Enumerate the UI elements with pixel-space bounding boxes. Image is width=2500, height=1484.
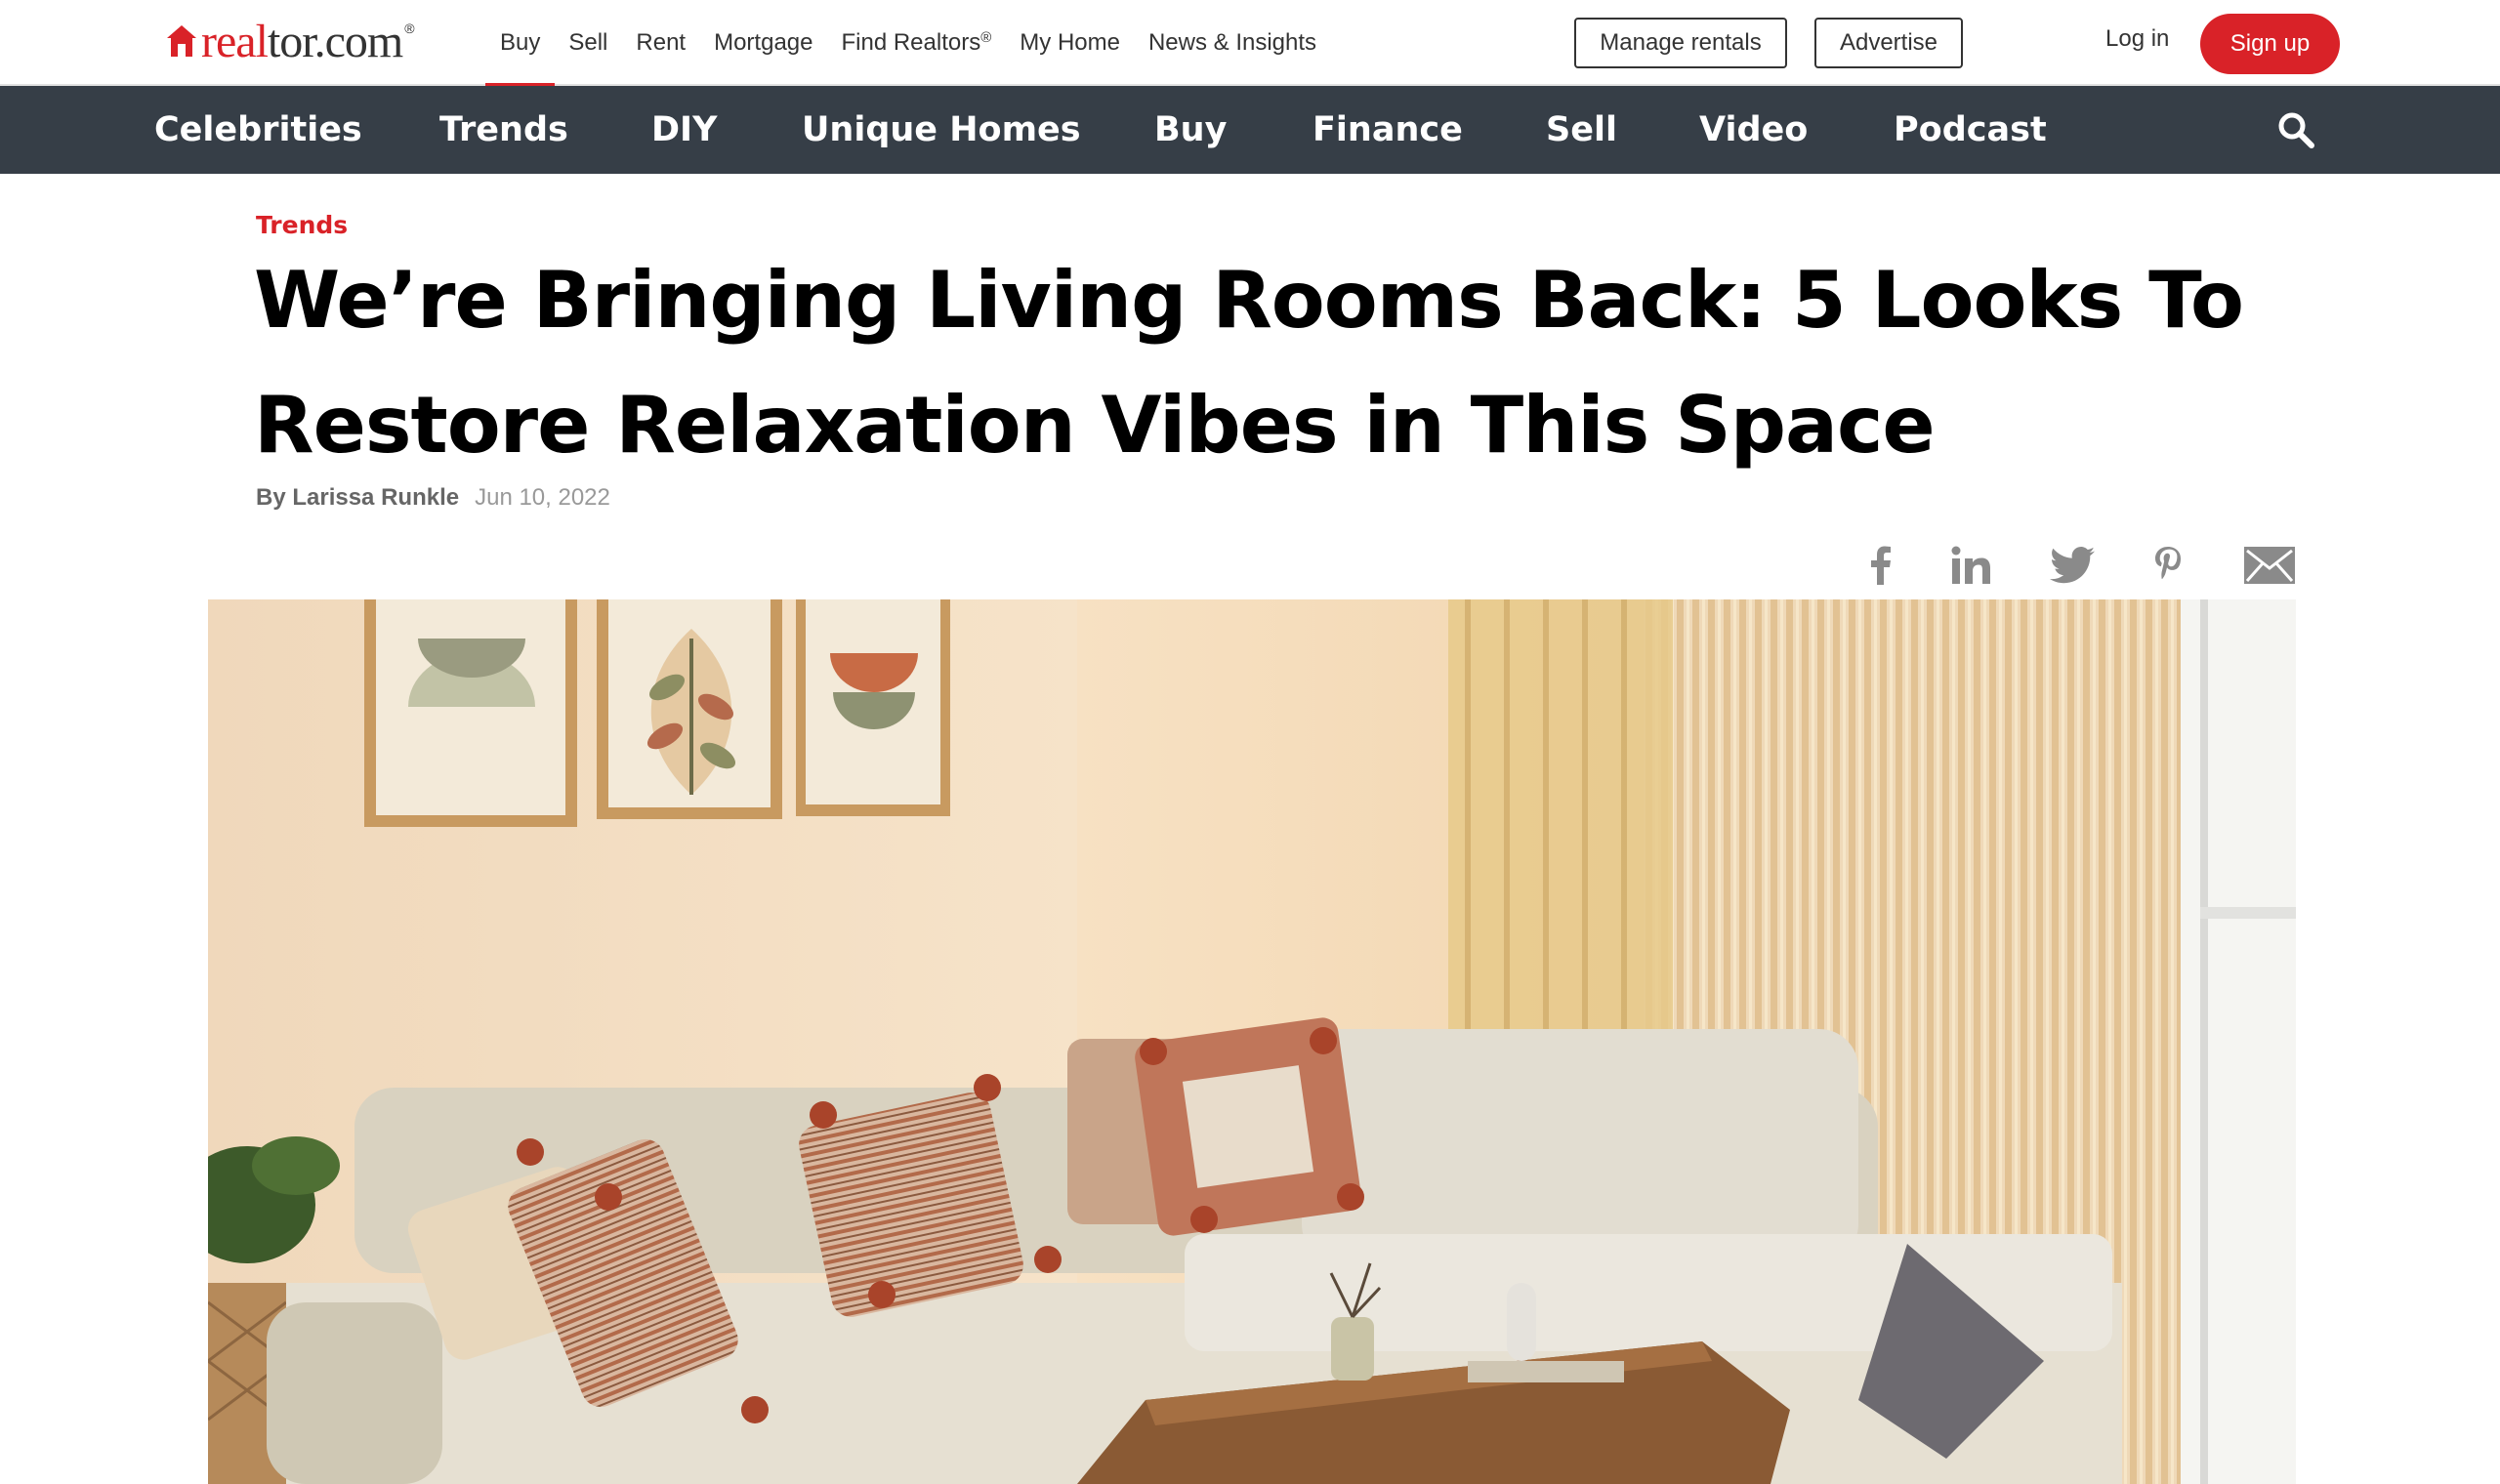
category-video[interactable]: Video xyxy=(1699,86,1808,174)
logo-wordmark: realtor.com ® xyxy=(201,15,415,67)
nav-find-realtors[interactable]: Find Realtors ® xyxy=(841,0,991,86)
nav-rent[interactable]: Rent xyxy=(636,0,686,86)
registered-mark: ® xyxy=(980,28,992,46)
article-byline: By Larissa Runkle Jun 10, 2022 xyxy=(256,484,610,512)
share-email-button[interactable] xyxy=(2242,543,2297,588)
share-facebook-button[interactable] xyxy=(1865,543,1896,588)
article-author[interactable]: By Larissa Runkle xyxy=(256,484,459,511)
category-celebrities[interactable]: Celebrities xyxy=(154,86,362,174)
article-hero-image xyxy=(208,599,2296,1484)
search-icon[interactable] xyxy=(2277,111,2314,148)
article-date: Jun 10, 2022 xyxy=(475,484,610,511)
top-header: realtor.com ® Buy Sell Rent Mortgage Find… xyxy=(0,0,2500,88)
email-icon xyxy=(2244,547,2295,584)
share-twitter-button[interactable] xyxy=(2049,543,2096,588)
primary-nav: Buy Sell Rent Mortgage Find Realtors ® My… xyxy=(484,0,1345,88)
manage-rentals-button[interactable]: Manage rentals xyxy=(1574,18,1787,68)
article-category-label[interactable]: Trends xyxy=(256,211,348,239)
linkedin-icon xyxy=(1951,546,1990,584)
twitter-icon xyxy=(2050,547,2095,584)
advertise-button[interactable]: Advertise xyxy=(1814,18,1963,68)
category-diy[interactable]: DIY xyxy=(651,86,717,174)
living-room-photo xyxy=(208,599,2296,1484)
share-pinterest-button[interactable] xyxy=(2152,543,2184,588)
nav-sell[interactable]: Sell xyxy=(568,0,607,86)
category-sell[interactable]: Sell xyxy=(1546,86,1617,174)
category-finance[interactable]: Finance xyxy=(1312,86,1463,174)
category-unique-homes[interactable]: Unique Homes xyxy=(802,86,1081,174)
facebook-icon xyxy=(1871,546,1891,585)
login-link[interactable]: Log in xyxy=(2105,25,2169,53)
signup-button[interactable]: Sign up xyxy=(2200,14,2340,74)
nav-find-realtors-label: Find Realtors xyxy=(841,29,981,56)
nav-my-home[interactable]: My Home xyxy=(1020,0,1120,86)
nav-buy[interactable]: Buy xyxy=(484,0,556,88)
category-podcast[interactable]: Podcast xyxy=(1894,86,2047,174)
nav-news-insights[interactable]: News & Insights xyxy=(1148,0,1316,86)
realtor-logo[interactable]: realtor.com ® xyxy=(166,12,415,70)
article-title: We’re Bringing Living Rooms Back: 5 Look… xyxy=(254,255,2244,471)
share-linkedin-button[interactable] xyxy=(1949,543,1992,588)
category-nav: Celebrities Trends DIY Unique Homes Buy … xyxy=(0,86,2500,174)
nav-mortgage[interactable]: Mortgage xyxy=(714,0,812,86)
pinterest-icon xyxy=(2155,547,2181,580)
house-logo-icon xyxy=(167,25,196,57)
category-buy[interactable]: Buy xyxy=(1154,86,1227,174)
category-trends[interactable]: Trends xyxy=(439,86,568,174)
